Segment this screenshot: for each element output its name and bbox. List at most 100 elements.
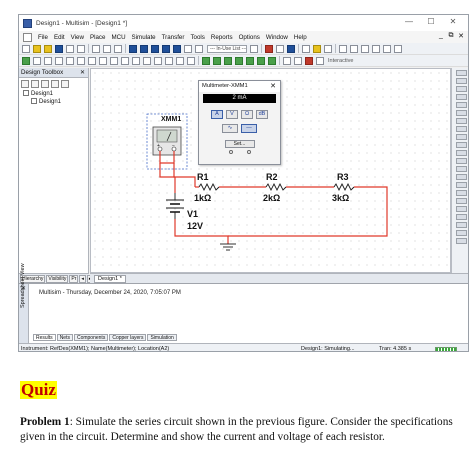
rf-component-icon[interactable] <box>165 56 173 65</box>
wire-v1-meter[interactable] <box>159 163 175 178</box>
labview-instrument-icon[interactable] <box>456 222 467 228</box>
misc-digital-icon[interactable] <box>99 56 107 65</box>
tab-components[interactable]: Components <box>73 334 109 341</box>
zoom-in-icon[interactable] <box>361 44 369 53</box>
close-file-icon[interactable] <box>51 80 59 88</box>
grapher-icon[interactable] <box>151 44 159 53</box>
tab-nets[interactable]: Nets <box>56 334 73 341</box>
doc-minimize-button[interactable]: _ <box>437 32 445 40</box>
mode-ohm-button[interactable]: Ω <box>241 110 253 119</box>
spreadsheet-view-icon[interactable] <box>129 44 137 53</box>
tree-item-design[interactable]: Design1 <box>19 98 88 106</box>
diode-component-icon[interactable] <box>44 56 52 65</box>
close-button[interactable]: ✕ <box>442 17 464 26</box>
save-file-icon[interactable] <box>41 80 49 88</box>
graphics-icon[interactable] <box>257 56 265 65</box>
menu-tools[interactable]: Tools <box>187 34 207 41</box>
postprocessor-icon[interactable] <box>162 44 170 53</box>
electrical-rules-icon[interactable] <box>195 44 203 53</box>
cmos-component-icon[interactable] <box>88 56 96 65</box>
logic-converter-icon[interactable] <box>456 134 467 140</box>
stop-icon[interactable] <box>305 56 313 65</box>
network-analyzer-icon[interactable] <box>456 174 467 180</box>
distortion-analyzer-icon[interactable] <box>456 158 467 164</box>
design-toolbox-icon[interactable] <box>140 44 148 53</box>
menu-transfer[interactable]: Transfer <box>159 34 188 41</box>
multimeter-close-icon[interactable]: ✕ <box>270 81 276 92</box>
electromechanical-icon[interactable] <box>176 56 184 65</box>
ttl-component-icon[interactable] <box>77 56 85 65</box>
toggle-border-icon[interactable] <box>350 44 358 53</box>
resistor-r1[interactable] <box>198 182 220 192</box>
open-samples-icon[interactable] <box>44 44 52 53</box>
lightbulb-icon[interactable] <box>313 44 321 53</box>
design-toolbox-close-icon[interactable]: ✕ <box>80 68 85 78</box>
agilent-generator-icon[interactable] <box>456 182 467 188</box>
menu-edit[interactable]: Edit <box>51 34 68 41</box>
tab-design1[interactable]: Design1 * <box>94 275 126 283</box>
tab-copper-layers[interactable]: Copper layers <box>109 334 147 341</box>
terminal-plus[interactable] <box>228 150 233 154</box>
copy-icon[interactable] <box>103 44 111 53</box>
transistor-component-icon[interactable] <box>55 56 63 65</box>
mcu-component-icon[interactable] <box>187 56 195 65</box>
multimeter-title-bar[interactable]: Multimeter-XMM1 ✕ <box>199 81 280 92</box>
junction-icon[interactable] <box>268 56 276 65</box>
zoom-fit-icon[interactable] <box>394 44 402 53</box>
new-icon[interactable] <box>22 44 30 53</box>
peripherals-icon[interactable] <box>154 56 162 65</box>
component-wizard-icon[interactable] <box>184 44 192 53</box>
toggle-grid-icon[interactable] <box>339 44 347 53</box>
multimeter-instrument-icon[interactable] <box>456 70 467 76</box>
iv-analyzer-icon[interactable] <box>456 150 467 156</box>
power-component-icon[interactable] <box>132 56 140 65</box>
pause-at-step-icon[interactable] <box>316 56 324 65</box>
oscilloscope-icon[interactable] <box>456 94 467 100</box>
tab-visibility[interactable]: Visibility <box>46 274 69 283</box>
tab-simulation[interactable]: Simulation <box>147 334 177 341</box>
expand-icon[interactable] <box>61 80 69 88</box>
maximize-button[interactable]: ☐ <box>420 17 442 26</box>
mixed-component-icon[interactable] <box>110 56 118 65</box>
logic-analyzer-icon[interactable] <box>456 142 467 148</box>
agilent-multimeter-icon[interactable] <box>456 190 467 196</box>
frequency-counter-icon[interactable] <box>456 118 467 124</box>
misc-component-icon[interactable] <box>143 56 151 65</box>
probe-icon[interactable] <box>265 44 273 53</box>
place-text-icon[interactable] <box>246 56 254 65</box>
wire-r3-ground[interactable] <box>228 186 388 237</box>
bode-plotter-icon[interactable] <box>456 110 467 116</box>
mode-db-button[interactable]: dB <box>256 110 268 119</box>
wattmeter-icon[interactable] <box>456 86 467 92</box>
dc-mode-button[interactable]: — <box>241 124 257 133</box>
menu-options[interactable]: Options <box>236 34 263 41</box>
multimeter-set-button[interactable]: Set... <box>224 140 255 148</box>
word-generator-icon[interactable] <box>456 126 467 132</box>
menu-mcu[interactable]: MCU <box>108 34 128 41</box>
hierarchical-block-icon[interactable] <box>202 56 210 65</box>
ac-mode-button[interactable]: ∿ <box>222 124 238 133</box>
menu-view[interactable]: View <box>68 34 87 41</box>
save-icon[interactable] <box>55 44 63 53</box>
pause-icon[interactable] <box>294 56 302 65</box>
bus-icon[interactable] <box>213 56 221 65</box>
tektronix-scope-icon[interactable] <box>456 206 467 212</box>
open-folder-icon[interactable] <box>33 44 41 53</box>
terminal-minus[interactable] <box>246 150 251 154</box>
ladder-icon[interactable] <box>235 56 243 65</box>
mode-ampere-button[interactable]: A <box>211 110 223 119</box>
menu-simulate[interactable]: Simulate <box>129 34 159 41</box>
tree-item-project[interactable]: Design1 <box>19 90 88 98</box>
help-icon[interactable] <box>250 44 258 53</box>
minimize-button[interactable]: — <box>398 17 420 26</box>
schematic-canvas[interactable]: XMM1 + − R1 1kΩ R2 2kΩ R3 3kΩ V1 12V Mul… <box>90 68 451 273</box>
spectrum-analyzer-icon[interactable] <box>456 166 467 172</box>
print-preview-icon[interactable] <box>77 44 85 53</box>
database-manager-icon[interactable] <box>173 44 181 53</box>
print-icon[interactable] <box>66 44 74 53</box>
open-file-icon[interactable] <box>31 80 39 88</box>
ni-elvis-icon[interactable] <box>456 230 467 236</box>
menu-help[interactable]: Help <box>291 34 310 41</box>
interactive-mode-label[interactable]: Interactive <box>328 58 353 64</box>
find-icon[interactable] <box>302 44 310 53</box>
